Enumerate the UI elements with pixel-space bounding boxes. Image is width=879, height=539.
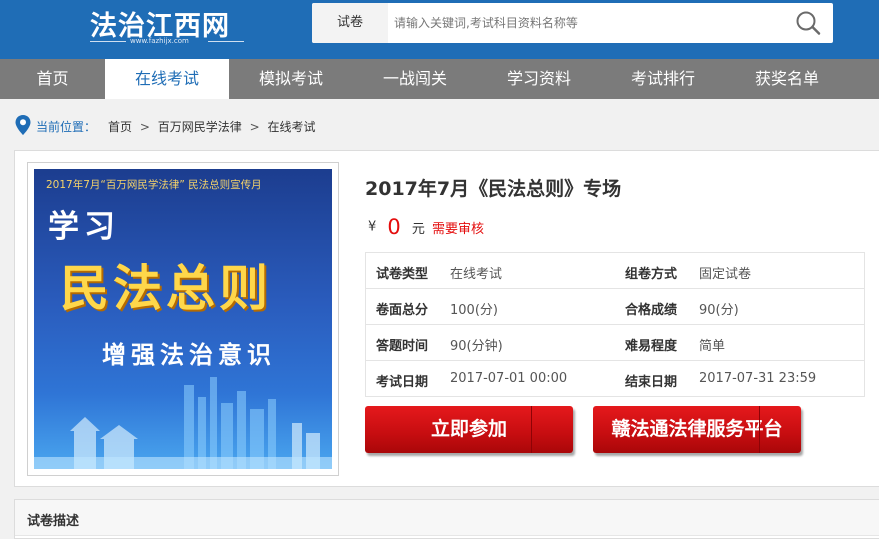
legal-service-platform-button[interactable]: 赣法通法律服务平台 — [593, 406, 801, 453]
info-label: 结束日期 — [625, 375, 678, 390]
info-row: 答题时间 90(分钟) 难易程度 简单 — [366, 325, 864, 361]
info-value: 在线考试 — [450, 267, 503, 282]
exam-cover-image: 2017年7月“百万网民学法律” 民法总则宣传月 学习 民法总则 增强法治意识 — [34, 169, 332, 469]
info-label: 卷面总分 — [376, 303, 429, 318]
nav-item-ranking[interactable]: 考试排行 — [601, 59, 725, 99]
exam-info-table: 试卷类型 在线考试 组卷方式 固定试卷 卷面总分 100(分) 合格成绩 90(… — [365, 252, 865, 397]
exam-description-title: 试卷描述 — [27, 514, 80, 529]
info-value: 90(分钟) — [450, 339, 503, 354]
legal-service-platform-label: 赣法通法律服务平台 — [611, 418, 783, 440]
cover-study-text: 学习 — [48, 209, 120, 245]
info-row: 卷面总分 100(分) 合格成绩 90(分) — [366, 289, 864, 325]
breadcrumb-label: 当前位置： — [36, 120, 97, 134]
search-bar: 试卷 — [312, 3, 833, 43]
location-pin-icon — [15, 115, 31, 135]
main-nav: 首页 在线考试 模拟考试 一战闯关 学习资料 考试排行 获奖名单 — [0, 59, 879, 99]
info-row: 试卷类型 在线考试 组卷方式 固定试卷 — [366, 253, 864, 289]
info-value: 固定试卷 — [699, 267, 752, 282]
search-input[interactable] — [388, 3, 778, 43]
info-label: 试卷类型 — [376, 267, 429, 282]
breadcrumb-home[interactable]: 首页 — [108, 120, 132, 134]
info-value: 90(分) — [699, 303, 739, 318]
cover-slogan-text: 增强法治意识 — [102, 340, 276, 369]
exam-description-header: 试卷描述 — [15, 500, 879, 536]
join-exam-button[interactable]: 立即参加 — [365, 406, 573, 453]
info-value: 2017-07-31 23:59 — [699, 371, 817, 386]
price-currency: ¥ — [368, 219, 377, 235]
search-icon — [796, 11, 821, 35]
site-header: 法治江西网 www.fazhijx.com 试卷 — [0, 0, 879, 59]
info-value: 简单 — [699, 339, 726, 354]
info-label: 难易程度 — [625, 339, 678, 354]
exam-description-panel: 试卷描述 — [14, 499, 879, 539]
exam-title: 2017年7月《民法总则》专场 — [365, 178, 622, 200]
review-required-note: 需要审核 — [431, 221, 484, 237]
info-label: 合格成绩 — [625, 303, 678, 318]
info-row: 考试日期 2017-07-01 00:00 结束日期 2017-07-31 23… — [366, 361, 864, 397]
price-value: 0 — [387, 215, 401, 239]
breadcrumb-separator: > — [139, 120, 150, 134]
site-logo[interactable]: 法治江西网 www.fazhijx.com — [88, 4, 250, 48]
logo-divider-left — [90, 41, 126, 42]
info-label: 考试日期 — [376, 375, 429, 390]
info-value: 100(分) — [450, 303, 498, 318]
exam-cover-frame: 2017年7月“百万网民学法律” 民法总则宣传月 学习 民法总则 增强法治意识 — [27, 162, 339, 476]
nav-item-online-exam[interactable]: 在线考试 — [105, 59, 229, 99]
exam-detail-card: 2017年7月“百万网民学法律” 民法总则宣传月 学习 民法总则 增强法治意识 — [14, 150, 879, 487]
cover-campaign-text: 2017年7月“百万网民学法律” 民法总则宣传月 — [46, 179, 262, 191]
info-label: 组卷方式 — [625, 267, 678, 282]
price-unit: 元 — [411, 221, 425, 237]
button-divider — [531, 406, 532, 453]
breadcrumb-separator: > — [249, 120, 260, 134]
search-type-select[interactable]: 试卷 — [312, 3, 388, 43]
logo-url: www.fazhijx.com — [130, 37, 189, 45]
info-label: 答题时间 — [376, 339, 429, 354]
search-button[interactable] — [793, 9, 825, 37]
button-divider — [759, 406, 760, 453]
nav-item-home[interactable]: 首页 — [0, 59, 105, 99]
exam-price: ¥ 0 元 需要审核 — [368, 215, 484, 243]
breadcrumb-online-exam[interactable]: 在线考试 — [267, 120, 315, 134]
nav-item-mock-exam[interactable]: 模拟考试 — [229, 59, 353, 99]
nav-item-challenge[interactable]: 一战闯关 — [353, 59, 477, 99]
join-exam-label: 立即参加 — [430, 418, 507, 440]
breadcrumb-law-campaign[interactable]: 百万网民学法律 — [158, 120, 242, 134]
cover-civil-code-text: 民法总则 — [60, 259, 273, 317]
city-skyline-graphic — [34, 377, 332, 469]
nav-item-winners[interactable]: 获奖名单 — [725, 59, 849, 99]
info-value: 2017-07-01 00:00 — [450, 371, 568, 386]
logo-divider-right — [208, 41, 244, 42]
nav-item-materials[interactable]: 学习资料 — [477, 59, 601, 99]
